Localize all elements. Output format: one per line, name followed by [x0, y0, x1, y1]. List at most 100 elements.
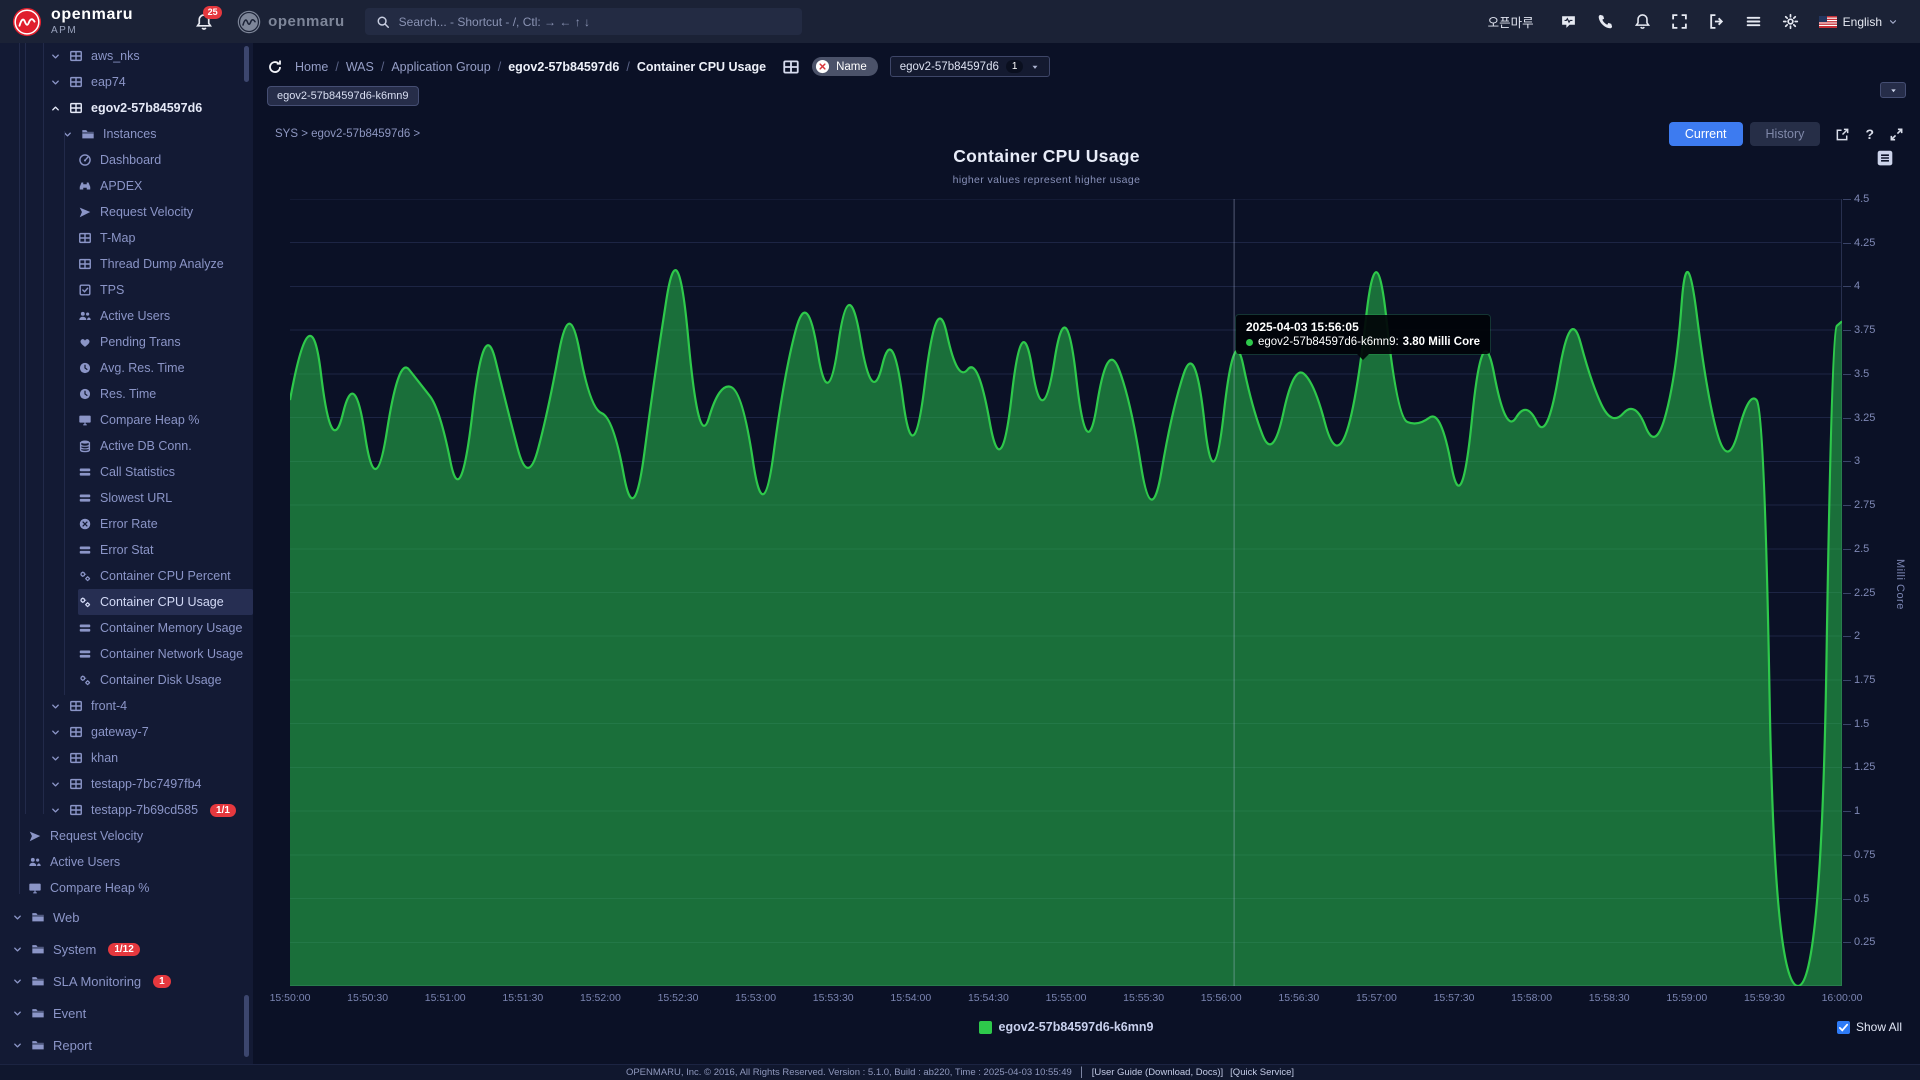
sidebar-item-gateway-7[interactable]: gateway-7 — [0, 719, 253, 745]
sidebar-item-res-time[interactable]: Res. Time — [0, 381, 253, 407]
history-tab-button[interactable]: History — [1749, 122, 1821, 146]
open-new-window-button[interactable] — [1835, 127, 1850, 142]
sidebar-item-apdex[interactable]: APDEX — [0, 173, 253, 199]
sidebar-item-khan[interactable]: khan — [0, 745, 253, 771]
sidebar-item-dashboard[interactable]: Dashboard — [0, 147, 253, 173]
show-all-toggle[interactable]: Show All — [1836, 1020, 1902, 1034]
sidebar-item-sla-monitoring[interactable]: SLA Monitoring 1 — [0, 965, 253, 997]
sidebar-item-active-users[interactable]: Active Users — [0, 303, 253, 329]
sidebar-item-instances[interactable]: Instances — [0, 121, 253, 147]
sidebar-item-testapp-7b69cd585[interactable]: testapp-7b69cd585 1/1 — [0, 797, 253, 823]
expand-icon — [1671, 13, 1688, 30]
sidebar-item-web[interactable]: Web — [0, 901, 253, 933]
sidebar-item-event[interactable]: Event — [0, 997, 253, 1029]
sidebar-item-call-statistics[interactable]: Call Statistics — [0, 459, 253, 485]
sidebar-item-error-stat[interactable]: Error Stat — [0, 537, 253, 563]
sidebar-item-container-memory-usage[interactable]: Container Memory Usage — [0, 615, 253, 641]
expand-chart-button[interactable] — [1889, 127, 1904, 142]
settings-button[interactable] — [1782, 13, 1799, 30]
sidebar-item-label: Active DB Conn. — [100, 439, 192, 453]
tree-indent-guide — [43, 43, 44, 814]
sidebar-item-avg-res-time[interactable]: Avg. Res. Time — [0, 355, 253, 381]
sidebar-item-egov2-57b84597d6[interactable]: egov2-57b84597d6 — [0, 95, 253, 121]
sidebar-item-aws-nks[interactable]: aws_nks — [0, 43, 253, 69]
sidebar-item-pending-trans[interactable]: Pending Trans — [0, 329, 253, 355]
chevron-down-icon[interactable] — [50, 779, 61, 790]
sidebar-item-label: System — [53, 941, 97, 957]
chevron-down-icon[interactable] — [12, 1040, 23, 1051]
sidebar-scrollbar-thumb[interactable] — [244, 995, 249, 1057]
help-button[interactable]: ? — [1865, 126, 1874, 142]
chevron-down-icon[interactable] — [12, 1008, 23, 1019]
chevron-down-icon[interactable] — [12, 976, 23, 987]
chart-legend[interactable]: egov2-57b84597d6-k6mn9 — [290, 1020, 1842, 1034]
sidebar-item-active-db-conn-[interactable]: Active DB Conn. — [0, 433, 253, 459]
group-select[interactable]: egov2-57b84597d6 1 — [889, 56, 1051, 77]
logout-button[interactable] — [1708, 13, 1725, 30]
chart-plot-area[interactable] — [290, 199, 1842, 986]
fullscreen-button[interactable] — [1671, 13, 1688, 30]
alerts-button[interactable] — [1634, 13, 1651, 30]
chevron-down-icon[interactable] — [12, 912, 23, 923]
sidebar-item-tps[interactable]: TPS — [0, 277, 253, 303]
sidebar-item-container-network-usage[interactable]: Container Network Usage — [0, 641, 253, 667]
sidebar-item-system[interactable]: System 1/12 — [0, 933, 253, 965]
chevron-down-icon[interactable] — [50, 753, 61, 764]
sidebar-item-compare-heap-[interactable]: Compare Heap % — [0, 407, 253, 433]
layout-grid-button[interactable] — [782, 58, 800, 76]
sidebar-item-label: Dashboard — [100, 153, 162, 167]
chevron-up-icon[interactable] — [50, 103, 61, 114]
sidebar-item-front-4[interactable]: front-4 — [0, 693, 253, 719]
app-logo[interactable]: openmaru APM — [0, 7, 133, 37]
openmaru-gray-logo-icon — [237, 10, 261, 34]
breadcrumb-item[interactable]: Home — [295, 60, 328, 74]
breadcrumb-item[interactable]: Application Group — [391, 60, 490, 74]
chevron-down-icon[interactable] — [50, 805, 61, 816]
language-selector[interactable]: English — [1818, 15, 1898, 29]
chart-menu-button[interactable] — [1876, 149, 1894, 167]
y-tick-label: 2.5 — [1854, 542, 1870, 555]
instance-chip[interactable]: egov2-57b84597d6-k6mn9 — [267, 86, 419, 106]
sidebar-item-active-users[interactable]: Active Users — [0, 849, 253, 875]
chevron-down-icon[interactable] — [12, 944, 23, 955]
sidebar-item-report[interactable]: Report — [0, 1029, 253, 1061]
name-filter-tag[interactable]: Name — [812, 57, 878, 76]
sidebar-item-request-velocity[interactable]: Request Velocity — [0, 823, 253, 849]
menu-button[interactable] — [1745, 13, 1762, 30]
breadcrumb-item[interactable]: egov2-57b84597d6 — [508, 60, 619, 74]
sidebar-scrollbar-thumb[interactable] — [244, 46, 249, 82]
chevron-down-icon[interactable] — [50, 51, 61, 62]
users-icon — [78, 309, 92, 323]
sidebar-item-container-cpu-percent[interactable]: Container CPU Percent — [0, 563, 253, 589]
phone-button[interactable] — [1597, 13, 1614, 30]
notifications-button[interactable]: 25 — [195, 5, 223, 31]
checkbox-checked-icon[interactable] — [1836, 1020, 1850, 1034]
sidebar-item-container-cpu-usage[interactable]: Container CPU Usage — [0, 589, 253, 615]
sidebar-item-error-rate[interactable]: Error Rate — [0, 511, 253, 537]
current-tab-button[interactable]: Current — [1668, 122, 1743, 146]
search-input[interactable] — [398, 14, 791, 29]
chevron-down-icon[interactable] — [50, 701, 61, 712]
sidebar-item-testapp-7bc7497fb4[interactable]: testapp-7bc7497fb4 — [0, 771, 253, 797]
chat-button[interactable] — [1560, 13, 1577, 30]
sidebar-item-t-map[interactable]: T-Map — [0, 225, 253, 251]
sidebar-item-request-velocity[interactable]: Request Velocity — [0, 199, 253, 225]
sidebar-item-container-disk-usage[interactable]: Container Disk Usage — [0, 667, 253, 693]
user-guide-link[interactable]: [User Guide (Download, Docs)] — [1092, 1067, 1223, 1078]
sidebar-item-compare-heap-[interactable]: Compare Heap % — [0, 875, 253, 901]
show-all-label: Show All — [1855, 1020, 1902, 1034]
refresh-button[interactable] — [267, 59, 283, 75]
quick-service-link[interactable]: [Quick Service] — [1230, 1067, 1294, 1078]
remove-filter-icon[interactable] — [815, 59, 830, 74]
chevron-down-icon[interactable] — [50, 727, 61, 738]
collapse-panel-button[interactable] — [1880, 82, 1906, 98]
breadcrumb-item[interactable]: Container CPU Usage — [637, 60, 766, 74]
sidebar-item-thread-dump-analyze[interactable]: Thread Dump Analyze — [0, 251, 253, 277]
bars-icon — [1745, 13, 1762, 30]
sidebar-item-slowest-url[interactable]: Slowest URL — [0, 485, 253, 511]
chevron-down-icon[interactable] — [50, 77, 61, 88]
breadcrumb-item[interactable]: WAS — [346, 60, 374, 74]
y-tick-label: 1.25 — [1854, 761, 1876, 774]
sidebar-item-eap74[interactable]: eap74 — [0, 69, 253, 95]
tooltip-series-dot — [1246, 338, 1253, 346]
